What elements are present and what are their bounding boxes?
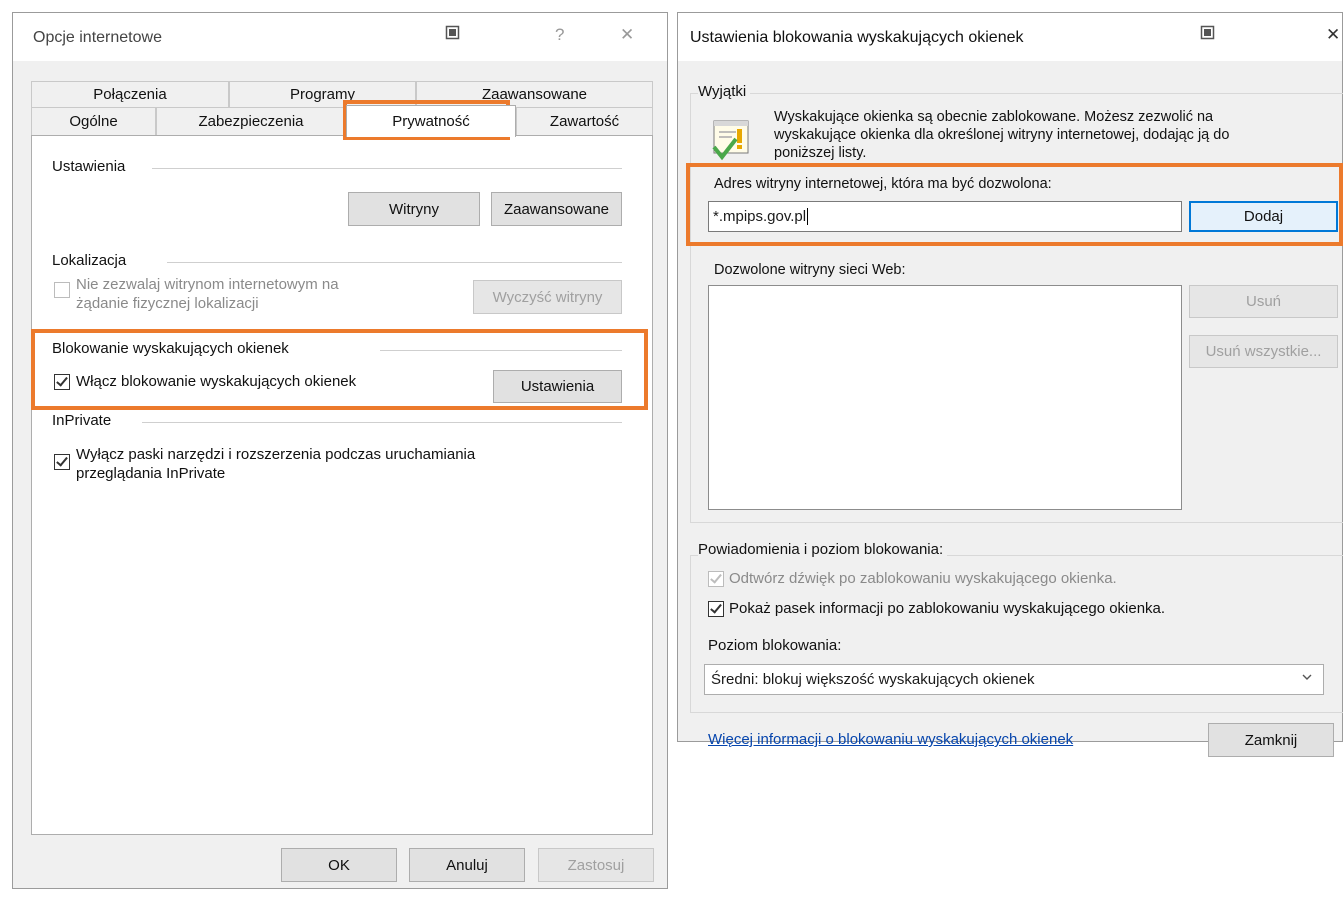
address-section-highlight — [686, 163, 1343, 246]
location-label-line2: żądanie fizycznej lokalizacji — [76, 295, 259, 312]
window-title: Ustawienia blokowania wyskakujących okie… — [690, 29, 1024, 46]
tab-security[interactable]: Zabezpieczenia — [156, 107, 346, 135]
tab-label: Ogólne — [69, 113, 118, 130]
tab-label: Prywatność — [392, 113, 470, 130]
chevron-down-icon — [1301, 670, 1313, 686]
pin-icon[interactable] — [1200, 25, 1216, 46]
play-sound-checkbox[interactable] — [708, 571, 724, 587]
advanced-button[interactable]: Zaawansowane — [491, 192, 622, 226]
popup-blocker-settings-window: Ustawienia blokowania wyskakujących okie… — [677, 12, 1343, 757]
close-icon[interactable]: ✕ — [620, 25, 634, 45]
remove-all-button[interactable]: Usuń wszystkie... — [1189, 335, 1338, 368]
tab-label: Zabezpieczenia — [198, 113, 304, 130]
infobar-label: Pokaż pasek informacji po zablokowaniu w… — [729, 600, 1166, 617]
info-text-line2: wyskakujące okienka dla określonej witry… — [774, 127, 1230, 143]
infobar-checkbox[interactable] — [708, 601, 724, 617]
tab-general[interactable]: Ogólne — [31, 107, 156, 135]
info-icon — [710, 117, 754, 161]
close-button[interactable]: Zamknij — [1208, 723, 1334, 757]
tab-label: Połączenia — [93, 86, 167, 103]
settings-group-title: Ustawienia — [52, 158, 126, 175]
title-bar: Ustawienia blokowania wyskakujących okie… — [678, 13, 1342, 61]
privacy-tab-page: Ustawienia Witryny Zaawansowane Lokaliza… — [31, 135, 653, 835]
cancel-button[interactable]: Anuluj — [409, 848, 525, 882]
apply-button[interactable]: Zastosuj — [538, 848, 654, 882]
pin-icon[interactable] — [445, 25, 461, 46]
allowed-sites-list[interactable] — [708, 285, 1182, 510]
tab-privacy[interactable]: Prywatność — [346, 105, 516, 137]
divider — [152, 168, 622, 169]
remove-button[interactable]: Usuń — [1189, 285, 1338, 318]
play-sound-label: Odtwórz dźwięk po zablokowaniu wyskakują… — [729, 570, 1117, 587]
location-group-title: Lokalizacja — [52, 252, 127, 269]
window-title: Opcje internetowe — [33, 29, 162, 46]
blocking-level-select[interactable]: Średni: blokuj większość wyskakujących o… — [704, 664, 1324, 695]
info-text-line1: Wyskakujące okienka są obecnie zablokowa… — [774, 109, 1214, 125]
popup-section-highlight — [31, 329, 648, 410]
clear-sites-button[interactable]: Wyczyść witryny — [473, 280, 622, 314]
help-icon[interactable]: ? — [555, 25, 564, 45]
more-info-link[interactable]: Więcej informacji o blokowaniu wyskakują… — [708, 731, 1073, 748]
inprivate-group-title: InPrivate — [52, 412, 112, 429]
location-checkbox[interactable] — [54, 282, 70, 298]
inprivate-checkbox[interactable] — [54, 454, 70, 470]
allowed-sites-label: Dozwolone witryny sieci Web: — [714, 262, 906, 278]
divider — [167, 262, 622, 263]
title-bar: Opcje internetowe ? ✕ — [13, 13, 667, 61]
ok-button[interactable]: OK — [281, 848, 397, 882]
inprivate-label-line1: Wyłącz paski narzędzi i rozszerzenia pod… — [76, 446, 476, 463]
info-text-line3: poniższej listy. — [774, 145, 867, 161]
blocking-level-label: Poziom blokowania: — [708, 637, 842, 654]
sites-button[interactable]: Witryny — [348, 192, 480, 226]
inprivate-label-line2: przeglądania InPrivate — [76, 465, 226, 482]
tab-connections[interactable]: Połączenia — [31, 81, 229, 107]
tab-label: Zawartość — [549, 113, 620, 130]
tab-content[interactable]: Zawartość — [516, 107, 653, 135]
close-icon[interactable]: ✕ — [1326, 25, 1340, 45]
blocking-level-value: Średni: blokuj większość wyskakujących o… — [711, 671, 1035, 688]
exceptions-title: Wyjątki — [698, 83, 751, 100]
internet-options-window: Opcje internetowe ? ✕ Połączenia Program… — [12, 12, 668, 889]
location-label-line1: Nie zezwalaj witrynom internetowym na — [76, 276, 339, 293]
divider — [142, 422, 622, 423]
notifications-title: Powiadomienia i poziom blokowania: — [698, 541, 948, 558]
